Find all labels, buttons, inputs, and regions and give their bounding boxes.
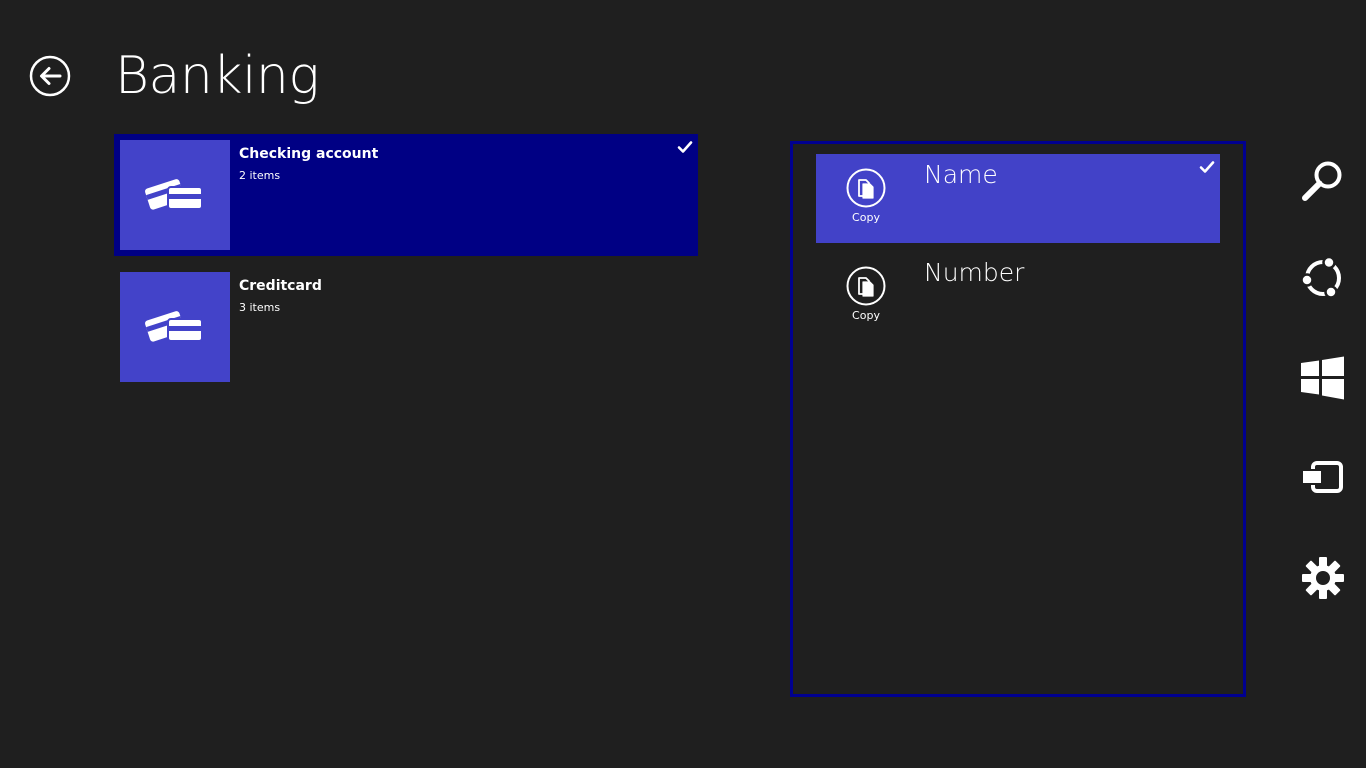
field-row-name[interactable]: Copy Name: [816, 154, 1220, 243]
credit-cards-icon: [145, 311, 203, 342]
start-icon: [1301, 356, 1344, 400]
share-charm[interactable]: [1298, 253, 1348, 303]
settings-icon: [1302, 557, 1344, 599]
search-charm[interactable]: [1298, 155, 1348, 205]
copy-button[interactable]: Copy: [844, 266, 888, 322]
settings-charm[interactable]: [1298, 553, 1348, 603]
share-icon: [1300, 255, 1341, 299]
copy-button[interactable]: Copy: [844, 168, 888, 224]
account-item-count: 2 items: [239, 169, 281, 182]
page-title: Banking: [115, 46, 320, 106]
start-charm[interactable]: [1298, 353, 1348, 403]
back-arrow-icon: [29, 55, 71, 97]
devices-charm[interactable]: [1298, 453, 1348, 503]
fields-panel: Copy Name Copy Number: [790, 141, 1246, 697]
copy-icon: [846, 266, 886, 306]
app-page: Banking Checking account 2 items Creditc…: [0, 0, 1366, 768]
checkmark-icon: [677, 141, 693, 153]
back-button[interactable]: [29, 55, 71, 97]
account-tile-checking-account[interactable]: Checking account 2 items: [114, 134, 698, 256]
copy-icon: [846, 168, 886, 208]
search-icon: [1302, 161, 1342, 201]
account-tile-image: [120, 272, 230, 382]
copy-label: Copy: [852, 211, 880, 224]
account-item-count: 3 items: [239, 301, 281, 314]
field-name: Number: [924, 258, 1025, 287]
account-title: Checking account: [239, 146, 379, 162]
devices-icon: [1301, 461, 1343, 493]
account-title: Creditcard: [239, 278, 322, 294]
account-tile-image: [120, 140, 230, 250]
checkmark-icon: [1199, 161, 1215, 173]
field-name: Name: [924, 160, 998, 189]
account-tile-creditcard[interactable]: Creditcard 3 items: [114, 266, 698, 388]
credit-cards-icon: [145, 179, 203, 210]
field-row-number[interactable]: Copy Number: [816, 252, 1220, 341]
copy-label: Copy: [852, 309, 880, 322]
